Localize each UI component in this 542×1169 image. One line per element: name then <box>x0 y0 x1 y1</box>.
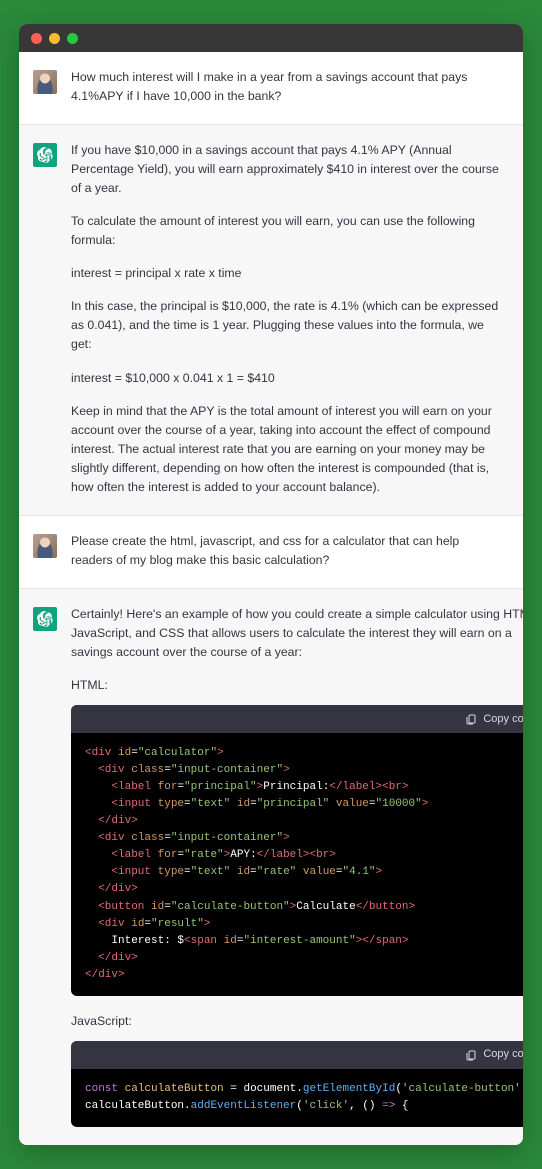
code-block-header: Copy code <box>71 1041 523 1069</box>
message-body: How much interest will I make in a year … <box>71 68 501 106</box>
openai-logo-icon <box>37 147 53 163</box>
close-icon[interactable] <box>31 33 42 44</box>
copy-code-button[interactable]: Copy code <box>483 1046 523 1063</box>
message-text: interest = principal x rate x time <box>71 264 501 283</box>
code-block-js: Copy code const calculateButton = docume… <box>71 1041 523 1127</box>
message-text: Keep in mind that the APY is the total a… <box>71 402 501 497</box>
message-body: If you have $10,000 in a savings account… <box>71 141 501 497</box>
code-block-html: Copy code <div id="calculator"> <div cla… <box>71 705 523 996</box>
clipboard-icon <box>465 1049 477 1061</box>
code-content: <div id="calculator"> <div class="input-… <box>71 733 523 996</box>
user-avatar <box>33 70 57 94</box>
message-body: Please create the html, javascript, and … <box>71 532 501 570</box>
code-section-label: JavaScript: <box>71 1012 523 1031</box>
user-message: Please create the html, javascript, and … <box>19 516 523 588</box>
message-text: In this case, the principal is $10,000, … <box>71 297 501 354</box>
assistant-avatar <box>33 143 57 167</box>
message-text: To calculate the amount of interest you … <box>71 212 501 250</box>
chat-content: How much interest will I make in a year … <box>19 52 523 1145</box>
minimize-icon[interactable] <box>49 33 60 44</box>
message-text: Certainly! Here's an example of how you … <box>71 605 523 662</box>
user-message: How much interest will I make in a year … <box>19 52 523 124</box>
assistant-message: Certainly! Here's an example of how you … <box>19 588 523 1145</box>
maximize-icon[interactable] <box>67 33 78 44</box>
clipboard-icon <box>465 713 477 725</box>
user-avatar <box>33 534 57 558</box>
message-body: Certainly! Here's an example of how you … <box>71 605 523 1127</box>
chat-window: How much interest will I make in a year … <box>19 24 523 1145</box>
window-titlebar <box>19 24 523 52</box>
code-content: const calculateButton = document.getElem… <box>71 1069 523 1127</box>
message-text: If you have $10,000 in a savings account… <box>71 141 501 198</box>
code-section-label: HTML: <box>71 676 523 695</box>
openai-logo-icon <box>37 611 53 627</box>
assistant-message: If you have $10,000 in a savings account… <box>19 124 523 516</box>
message-text: Please create the html, javascript, and … <box>71 532 501 570</box>
copy-code-button[interactable]: Copy code <box>483 711 523 728</box>
message-text: How much interest will I make in a year … <box>71 68 501 106</box>
code-block-header: Copy code <box>71 705 523 733</box>
assistant-avatar <box>33 607 57 631</box>
message-text: interest = $10,000 x 0.041 x 1 = $410 <box>71 369 501 388</box>
